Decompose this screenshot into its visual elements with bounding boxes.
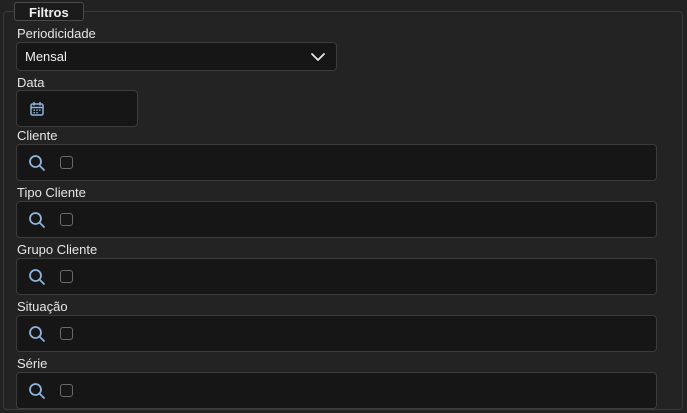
chevron-down-icon [311,53,325,61]
cliente-checkbox[interactable] [60,156,73,169]
grupo-cliente-checkbox[interactable] [60,270,73,283]
situacao-checkbox[interactable] [60,327,73,340]
serie-lookup[interactable] [16,372,657,409]
search-icon[interactable] [28,268,46,286]
search-icon[interactable] [28,211,46,229]
calendar-icon[interactable] [29,101,45,117]
tipo-cliente-lookup[interactable] [16,201,657,238]
serie-label: Série [17,356,48,371]
filters-legend: Filtros [14,2,84,21]
tipo-cliente-checkbox[interactable] [60,213,73,226]
search-icon[interactable] [28,325,46,343]
periodicidade-value: Mensal [25,49,67,64]
cliente-lookup[interactable] [16,144,657,181]
tipo-cliente-label: Tipo Cliente [17,185,86,200]
grupo-cliente-label: Grupo Cliente [17,242,98,257]
serie-checkbox[interactable] [60,384,73,397]
grupo-cliente-lookup[interactable] [16,258,657,295]
search-icon[interactable] [28,154,46,172]
cliente-label: Cliente [17,128,58,143]
data-label: Data [17,75,45,90]
search-icon[interactable] [28,382,46,400]
periodicidade-label: Periodicidade [17,26,96,41]
date-field[interactable] [16,90,138,127]
situacao-lookup[interactable] [16,315,657,352]
periodicidade-select[interactable]: Mensal [16,42,337,71]
situacao-label: Situação [17,299,68,314]
